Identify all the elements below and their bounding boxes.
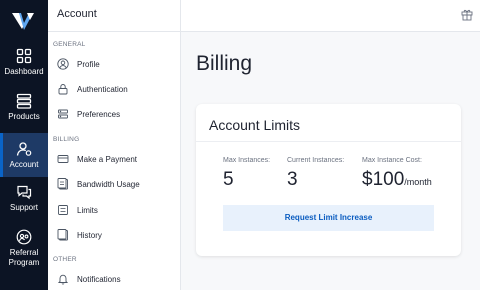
stat-unit: /month — [404, 177, 432, 187]
products-icon — [16, 93, 32, 109]
rail-label-referral-line-2: Program — [8, 258, 40, 267]
profile-icon — [57, 58, 69, 70]
referral-icon — [16, 229, 32, 245]
lock-icon — [58, 84, 68, 95]
rail-item-products[interactable]: Products — [0, 93, 48, 131]
stat-max-instances: Max Instances: 5 — [223, 157, 270, 191]
subnav-label-bandwidth-usage: Bandwidth Usage — [77, 179, 140, 189]
stat-current-instances: Current Instances: 3 — [287, 157, 344, 191]
rail-label-support: Support — [9, 203, 39, 212]
subnav-item-limits[interactable]: Limits — [48, 200, 181, 220]
section-label-billing: BILLING — [53, 136, 80, 143]
rail-label-referral-line-1: Referral — [9, 248, 39, 257]
stat-label: Max Instance Cost: — [362, 157, 422, 164]
limits-icon — [58, 205, 68, 215]
subnav-item-profile[interactable]: Profile — [48, 54, 181, 74]
page-title: Billing — [196, 52, 253, 75]
section-label-general: GENERAL — [53, 41, 86, 48]
subnav-label-limits: Limits — [77, 205, 98, 215]
credit-card-icon — [57, 155, 69, 163]
bell-icon — [57, 274, 69, 285]
stat-value: 3 — [287, 169, 298, 190]
section-label-other: OTHER — [53, 256, 77, 263]
subnav-divider — [48, 31, 181, 32]
request-limit-increase-button[interactable]: Request Limit Increase — [223, 205, 434, 231]
subnav-label-make-a-payment: Make a Payment — [77, 154, 138, 164]
top-bar — [181, 0, 480, 32]
subnav-item-history[interactable]: History — [48, 225, 181, 245]
subnav-title: Account — [57, 8, 97, 20]
stat-value: 5 — [223, 169, 234, 190]
card-title: Account Limits — [209, 117, 301, 133]
subnav-label-preferences: Preferences — [77, 109, 121, 119]
subnav-item-preferences[interactable]: Preferences — [48, 104, 181, 124]
stat-value-wrapper: $100/month — [362, 169, 432, 191]
brand-logo[interactable] — [9, 6, 39, 36]
stat-label: Current Instances: — [287, 157, 345, 164]
dashboard-icon — [16, 48, 32, 64]
rail-label-products: Products — [8, 112, 40, 121]
subnav-label-profile: Profile — [77, 59, 100, 69]
bandwidth-icon — [57, 178, 68, 190]
subnav-label-history: History — [77, 230, 102, 240]
preferences-icon — [58, 109, 68, 119]
rail-item-referral-program[interactable]: Referral Program — [0, 229, 48, 273]
support-icon — [17, 185, 32, 200]
gift-icon[interactable] — [461, 8, 473, 21]
subnav-item-make-a-payment[interactable]: Make a Payment — [48, 149, 181, 169]
rail-item-support[interactable]: Support — [0, 184, 48, 218]
rail-label-dashboard: Dashboard — [4, 67, 44, 76]
subnav-item-bandwidth-usage[interactable]: Bandwidth Usage — [48, 174, 181, 194]
stat-max-instance-cost: Max Instance Cost: $100/month — [362, 157, 432, 191]
rail-item-account[interactable]: Account — [0, 133, 48, 177]
stat-label: Max Instances: — [223, 157, 271, 164]
subnav-item-notifications[interactable]: Notifications — [48, 269, 181, 289]
subnav-label-notifications: Notifications — [77, 274, 121, 284]
rail-item-dashboard[interactable]: Dashboard — [0, 48, 48, 86]
stat-value: $100 — [362, 169, 405, 190]
card-divider — [196, 141, 461, 142]
subnav-label-authentication: Authentication — [77, 84, 128, 94]
subnav-item-authentication[interactable]: Authentication — [48, 79, 181, 99]
history-icon — [57, 229, 68, 241]
account-icon — [16, 142, 32, 156]
rail-label-account: Account — [9, 160, 39, 169]
